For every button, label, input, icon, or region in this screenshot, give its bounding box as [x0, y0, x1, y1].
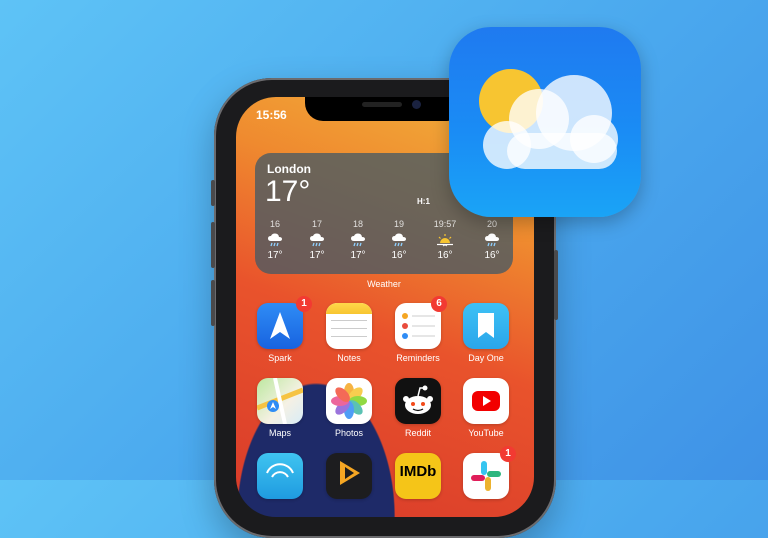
forecast-hour: 19:57 16°: [425, 219, 465, 261]
notch: [305, 97, 465, 121]
sun-behind-cloud-icon: [479, 69, 618, 169]
widget-high-low: H:1: [417, 197, 430, 206]
notification-badge: 6: [431, 296, 447, 312]
app-day-one[interactable]: Day One: [460, 303, 512, 363]
front-camera: [412, 100, 421, 109]
forecast-hour: 20 16°: [472, 219, 512, 261]
forecast-hour-label: 16: [269, 219, 280, 229]
status-time: 15:56: [256, 108, 287, 122]
app-imdb[interactable]: IMDb: [392, 453, 444, 499]
app-maps[interactable]: Maps: [254, 378, 306, 438]
app-reminders[interactable]: Reminders: [392, 303, 444, 363]
cloud-rain-icon: [379, 231, 419, 249]
forecast-hour-temp: 17°: [309, 250, 325, 261]
forecast-hour-temp: 17°: [350, 250, 366, 261]
photos-icon: [326, 378, 372, 424]
forecast-hour-label: 20: [486, 219, 497, 229]
youtube-icon: [463, 378, 509, 424]
forecast-hour-temp: 17°: [267, 250, 283, 261]
app-infuse[interactable]: [323, 453, 375, 499]
app-youtube[interactable]: YouTube: [460, 378, 512, 438]
app-label: YouTube: [468, 428, 504, 438]
cloud-rain-icon: [297, 231, 337, 249]
notes-icon: [326, 303, 372, 349]
app-reddit[interactable]: Reddit: [392, 378, 444, 438]
app-notes[interactable]: Notes: [323, 303, 375, 363]
wifi-app-icon: [257, 453, 303, 499]
forecast-hour-label: 19:57: [433, 219, 457, 229]
infuse-icon: [326, 453, 372, 499]
weather-app-icon: [449, 27, 641, 217]
cloud-rain-icon: [255, 231, 295, 249]
widget-temperature: 17°: [265, 175, 311, 208]
notification-badge: 1: [296, 296, 312, 312]
volume-down-button: [211, 280, 215, 326]
app-label: Spark: [268, 353, 292, 363]
forecast-hour-temp: 16°: [391, 250, 407, 261]
forecast-hour-temp: 16°: [484, 250, 500, 261]
notification-badge: 1: [500, 446, 516, 462]
app-photos[interactable]: Photos: [323, 378, 375, 438]
sunset-icon: [425, 231, 465, 249]
maps-icon: [257, 378, 303, 424]
forecast-hour-temp: 16°: [437, 250, 453, 261]
forecast-hour: 16 17°: [255, 219, 295, 261]
earpiece-speaker: [362, 102, 402, 107]
forecast-hour: 19 16°: [379, 219, 419, 261]
spark-icon: [257, 303, 303, 349]
widget-city: London: [267, 162, 311, 176]
imdb-icon: IMDb: [395, 453, 441, 499]
forecast-hour-label: 17: [311, 219, 322, 229]
day-one-icon: [463, 303, 509, 349]
side-button: [554, 250, 558, 320]
app-wifi-tool[interactable]: [254, 453, 306, 499]
app-label: Maps: [268, 428, 291, 438]
volume-up-button: [211, 222, 215, 268]
reddit-icon: [395, 378, 441, 424]
app-label: Day One: [468, 353, 504, 363]
forecast-hour-label: 19: [393, 219, 404, 229]
widget-title: Weather: [367, 279, 401, 289]
cloud-rain-icon: [472, 231, 512, 249]
forecast-hour-label: 18: [352, 219, 363, 229]
app-label: Notes: [337, 353, 361, 363]
cloud-rain-icon: [338, 231, 378, 249]
app-label: Photos: [334, 428, 364, 438]
app-spark[interactable]: Spark: [254, 303, 306, 363]
app-label: Reminders: [396, 353, 440, 363]
forecast-hour: 17 17°: [297, 219, 337, 261]
imdb-wordmark: IMDb: [399, 463, 437, 480]
app-label: Reddit: [404, 428, 431, 438]
forecast-hour: 18 17°: [338, 219, 378, 261]
hourly-forecast: 16 17° 17 17° 18 17° 19 16° 19:57 16° 20…: [255, 219, 513, 269]
silent-switch: [211, 180, 215, 206]
